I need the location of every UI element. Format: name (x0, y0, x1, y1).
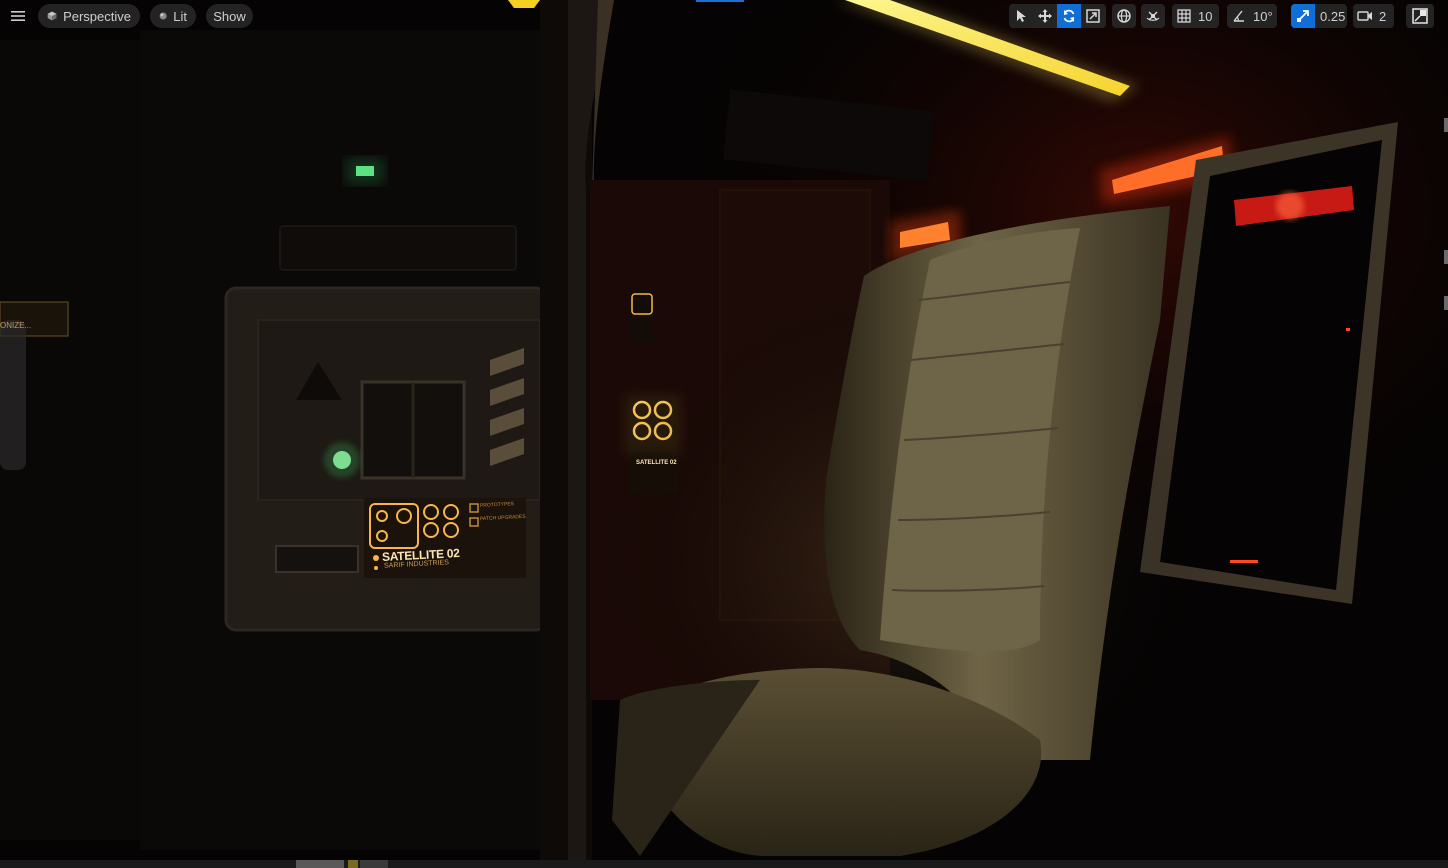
small-panel-title: SATELLITE 02 (636, 460, 677, 466)
viewport-menu-button[interactable] (6, 4, 30, 28)
rotation-snap-value[interactable]: 10° (1251, 9, 1277, 24)
lit-sphere-icon (159, 12, 167, 20)
scale-snap-icon (1297, 10, 1309, 22)
surface-snapping-button[interactable] (1141, 4, 1165, 28)
scroll-thumb[interactable] (296, 860, 344, 868)
transform-tools-group (1009, 4, 1106, 28)
scroll-marker (348, 860, 358, 868)
viewport-bottom-scrollbar[interactable] (0, 860, 1448, 868)
cube-icon (47, 11, 57, 21)
rotate-icon (1063, 9, 1075, 23)
camera-icon (1357, 11, 1372, 21)
scale-icon (1086, 9, 1100, 23)
lit-label: Lit (173, 8, 187, 24)
world-local-toggle[interactable] (1112, 4, 1136, 28)
grid-snap-toggle[interactable] (1172, 4, 1196, 28)
show-label: Show (213, 8, 246, 24)
hamburger-icon (11, 11, 25, 21)
globe-icon (1117, 9, 1131, 23)
camera-speed-value[interactable]: 2 (1377, 9, 1392, 24)
scale-snap-group[interactable]: 0.25 (1291, 4, 1347, 28)
level-viewport[interactable]: SATELLITE 02 SARIF INDUSTRIES PROTOTYPES… (0, 0, 1448, 868)
select-tool-button[interactable] (1009, 4, 1033, 28)
grid-snap-value[interactable]: 10 (1196, 9, 1218, 24)
view-mode-button[interactable]: Lit (150, 4, 196, 28)
grid-icon (1177, 9, 1191, 23)
left-sign-text: ONIZE... (0, 321, 32, 330)
maximize-viewport-button[interactable] (1406, 4, 1434, 28)
move-arrows-icon (1038, 9, 1052, 23)
translate-tool-button[interactable] (1033, 4, 1057, 28)
camera-speed-button[interactable] (1353, 4, 1377, 28)
scale-tool-button[interactable] (1081, 4, 1105, 28)
scale-snap-toggle[interactable] (1291, 4, 1315, 28)
surface-snap-icon (1146, 11, 1160, 21)
show-button[interactable]: Show (206, 4, 253, 28)
cursor-arrow-icon (1017, 10, 1026, 22)
viewport-focus-indicator (696, 0, 744, 2)
grid-snap-group[interactable]: 10 (1172, 4, 1219, 28)
scene-render (0, 0, 1448, 868)
rotation-snap-group[interactable]: 10° (1227, 4, 1277, 28)
rotate-tool-button[interactable] (1057, 4, 1081, 28)
angle-icon (1233, 10, 1244, 22)
maximize-icon (1412, 8, 1428, 24)
scroll-segment (360, 860, 388, 868)
perspective-button[interactable]: Perspective (38, 4, 140, 28)
rotation-snap-toggle[interactable] (1227, 4, 1251, 28)
scale-snap-value[interactable]: 0.25 (1315, 9, 1347, 24)
camera-speed-group[interactable]: 2 (1353, 4, 1394, 28)
perspective-label: Perspective (63, 8, 131, 24)
